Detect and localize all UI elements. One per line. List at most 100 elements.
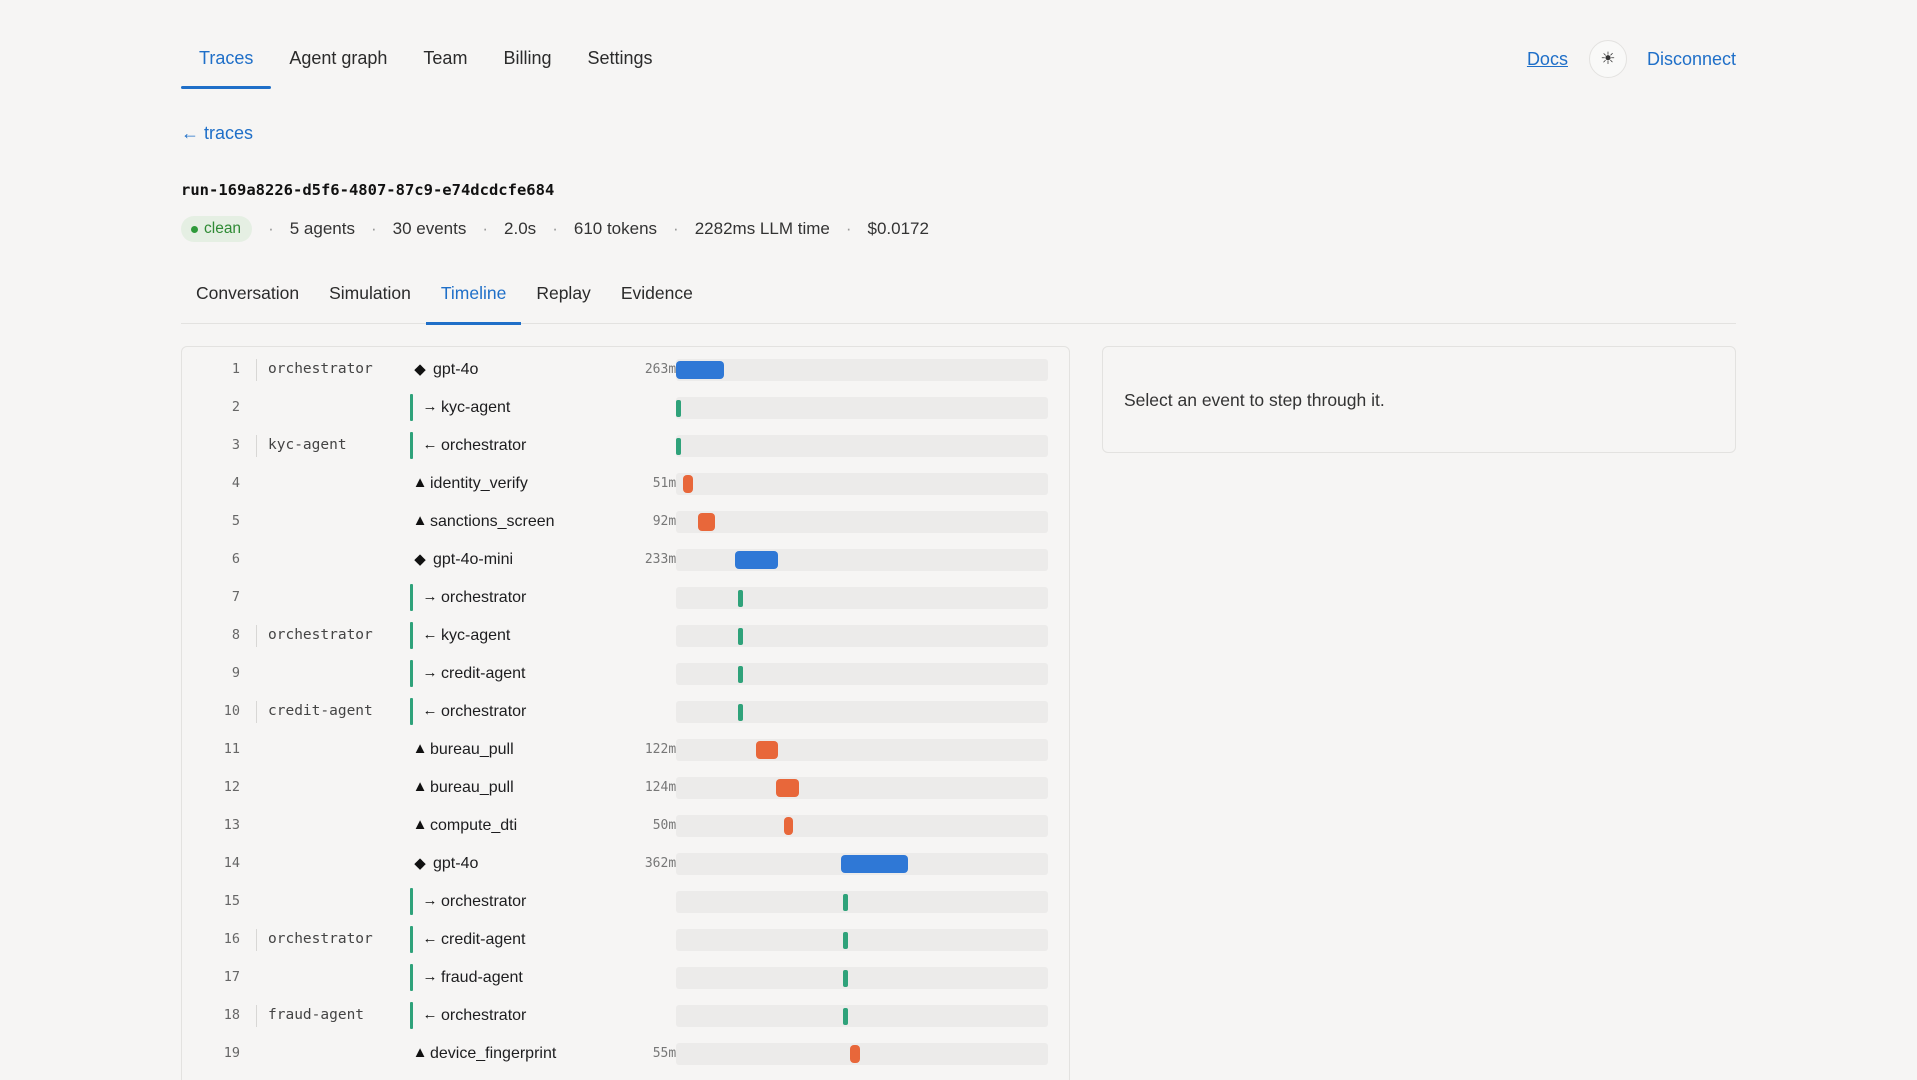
event-duration: 50ms — [652, 818, 684, 833]
event-label: orchestrator — [441, 589, 527, 606]
tool-span-bar[interactable] — [776, 779, 800, 797]
triangle-icon: ▲ — [412, 816, 428, 833]
tab-evidence[interactable]: Evidence — [606, 268, 708, 324]
llm-span-bar[interactable] — [676, 361, 725, 379]
event-duration: 122ms — [644, 742, 684, 757]
agent-divider — [256, 1005, 257, 1027]
tool-span-bar[interactable] — [849, 1045, 860, 1063]
agent-divider — [256, 929, 257, 951]
message-marker[interactable] — [842, 932, 848, 949]
timeline-row[interactable]: 12 ▲ bureau_pull 124ms — [182, 769, 1071, 807]
event-label: orchestrator — [441, 703, 527, 720]
timeline-track — [676, 1005, 1048, 1027]
back-to-traces-link[interactable]: ← traces — [181, 123, 253, 144]
event-label: credit-agent — [441, 931, 526, 948]
agent-name: credit-agent — [268, 703, 373, 719]
timeline-row[interactable]: 6 ◆ gpt-4o-mini 233ms — [182, 541, 1071, 579]
timeline-row[interactable]: 3 kyc-agent ← orchestrator — [182, 427, 1071, 465]
nav-tab-traces[interactable]: Traces — [181, 0, 272, 89]
timeline-track — [676, 739, 1048, 761]
tool-span-bar[interactable] — [756, 741, 779, 759]
message-marker[interactable] — [737, 704, 743, 721]
llm-time: 2282ms LLM time — [694, 219, 830, 238]
arrow-right-icon: → — [422, 398, 438, 415]
tab-conversation[interactable]: Conversation — [181, 268, 314, 324]
run-summary: clean · 5 agents · 30 events · 2.0s · 61… — [181, 216, 929, 242]
message-marker[interactable] — [842, 970, 848, 987]
timeline-row[interactable]: 7 → orchestrator — [182, 579, 1071, 617]
agent-divider — [256, 625, 257, 647]
tab-simulation[interactable]: Simulation — [314, 268, 426, 324]
timeline-row[interactable]: 14 ◆ gpt-4o 362ms — [182, 845, 1071, 883]
nav-tab-billing[interactable]: Billing — [485, 0, 569, 89]
llm-span-bar[interactable] — [841, 855, 908, 873]
theme-toggle-button[interactable]: ☀ — [1588, 40, 1627, 78]
timeline-row[interactable]: 19 ▲ device_fingerprint 55ms — [182, 1035, 1071, 1073]
diamond-icon: ◆ — [414, 551, 426, 568]
nav-tab-agent-graph[interactable]: Agent graph — [271, 0, 405, 89]
timeline-track — [676, 967, 1048, 989]
status-badge: clean — [181, 216, 253, 242]
disconnect-link[interactable]: Disconnect — [1647, 49, 1736, 70]
event-label: orchestrator — [441, 437, 527, 454]
row-number: 13 — [223, 817, 240, 833]
timeline-row[interactable]: 5 ▲ sanctions_screen 92ms — [182, 503, 1071, 541]
agent-divider — [256, 435, 257, 457]
event-duration: 362ms — [644, 856, 684, 871]
detail-placeholder: Select an event to step through it. — [1124, 390, 1385, 410]
timeline-row[interactable]: 16 orchestrator ← credit-agent — [182, 921, 1071, 959]
status-dot-icon — [191, 225, 198, 233]
timeline-row[interactable]: 13 ▲ compute_dti 50ms — [182, 807, 1071, 845]
nav-tab-settings[interactable]: Settings — [569, 0, 670, 89]
message-marker[interactable] — [737, 590, 743, 607]
timeline-row[interactable]: 8 orchestrator ← kyc-agent — [182, 617, 1071, 655]
message-indicator — [410, 888, 413, 915]
timeline-row[interactable]: 2 → kyc-agent — [182, 389, 1071, 427]
row-number: 5 — [231, 513, 240, 529]
tab-timeline[interactable]: Timeline — [425, 268, 522, 325]
row-number: 15 — [223, 893, 240, 909]
docs-link[interactable]: Docs — [1527, 49, 1568, 70]
message-marker[interactable] — [737, 666, 743, 683]
agent-divider — [256, 359, 257, 381]
nav-tab-team[interactable]: Team — [405, 0, 485, 89]
arrow-left-icon: ← — [422, 930, 438, 947]
tool-span-bar[interactable] — [683, 475, 693, 493]
event-duration: 263ms — [644, 362, 684, 377]
event-label: bureau_pull — [430, 741, 514, 758]
separator: · — [845, 219, 852, 238]
timeline-track — [676, 777, 1048, 799]
timeline-row[interactable]: 9 → credit-agent — [182, 655, 1071, 693]
message-marker[interactable] — [842, 1008, 848, 1025]
timeline-row[interactable]: 10 credit-agent ← orchestrator — [182, 693, 1071, 731]
event-duration: 55ms — [652, 1046, 684, 1061]
event-duration: 233ms — [644, 552, 684, 567]
arrow-right-icon: → — [422, 892, 438, 909]
row-number: 18 — [223, 1007, 240, 1023]
timeline-track — [676, 853, 1048, 875]
timeline-track — [676, 1043, 1048, 1065]
llm-span-bar[interactable] — [734, 551, 778, 569]
agent-name: orchestrator — [268, 931, 373, 947]
row-number: 8 — [231, 627, 240, 643]
tool-span-bar[interactable] — [698, 513, 715, 531]
timeline-row[interactable]: 4 ▲ identity_verify 51ms — [182, 465, 1071, 503]
timeline-row[interactable]: 15 → orchestrator — [182, 883, 1071, 921]
timeline-row[interactable]: 17 → fraud-agent — [182, 959, 1071, 997]
triangle-icon: ▲ — [412, 778, 428, 795]
timeline-row[interactable]: 11 ▲ bureau_pull 122ms — [182, 731, 1071, 769]
timeline-row[interactable]: 18 fraud-agent ← orchestrator — [182, 997, 1071, 1035]
tab-replay[interactable]: Replay — [521, 268, 605, 324]
message-marker[interactable] — [676, 400, 681, 417]
timeline-row[interactable]: 1 orchestrator ◆ gpt-4o 263ms — [182, 351, 1071, 389]
message-marker[interactable] — [842, 894, 848, 911]
message-marker[interactable] — [737, 628, 743, 645]
tool-span-bar[interactable] — [784, 817, 794, 835]
run-id: run-169a8226-d5f6-4807-87c9-e74dcdcfe684 — [181, 181, 555, 199]
message-indicator — [410, 660, 413, 687]
message-indicator — [410, 622, 413, 649]
message-marker[interactable] — [676, 438, 681, 455]
timeline-track — [676, 549, 1048, 571]
row-number: 3 — [231, 437, 240, 453]
separator: · — [268, 219, 274, 238]
